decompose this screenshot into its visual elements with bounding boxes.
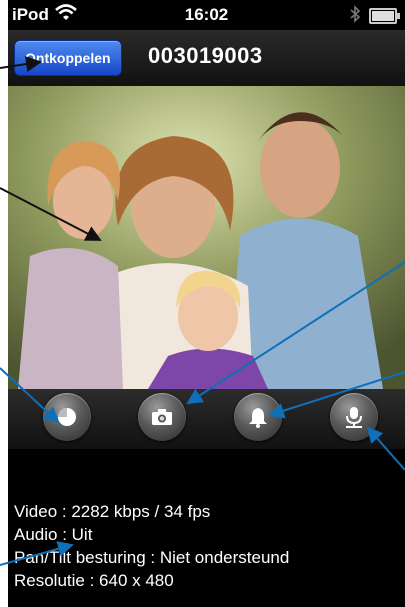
battery-icon xyxy=(369,8,400,24)
microphone-icon xyxy=(346,407,362,428)
resolution-info: Resolutie : 640 x 480 xyxy=(14,571,174,590)
record-icon xyxy=(58,408,76,426)
record-button[interactable] xyxy=(43,393,91,441)
phone-screen: iPod 16:02 Ontkoppelen 003019003 Video:… xyxy=(8,0,405,607)
video-info: Video : 2282 kbps / 34 fps xyxy=(14,502,211,521)
pantilt-info: Pan/Tilt besturing : Niet ondersteund xyxy=(14,548,290,567)
family-photo-image xyxy=(8,86,405,389)
snapshot-button[interactable] xyxy=(138,393,186,441)
bluetooth-icon xyxy=(349,5,361,28)
snapshot-camera-icon xyxy=(152,409,172,425)
disconnect-button[interactable]: Ontkoppelen xyxy=(14,40,122,76)
clock: 16:02 xyxy=(184,5,229,24)
alarm-button[interactable] xyxy=(234,393,282,441)
talk-button[interactable] xyxy=(330,393,378,441)
navigation-bar: Ontkoppelen 003019003 xyxy=(8,30,405,86)
camera-id-title: 003019003 xyxy=(148,43,263,68)
status-bar: iPod 16:02 xyxy=(8,0,405,30)
alarm-bell-icon xyxy=(249,408,267,428)
stream-info: Video : 2282 kbps / 34 fps Audio : Uit P… xyxy=(14,500,289,592)
video-stream[interactable] xyxy=(8,86,405,389)
control-bar xyxy=(8,389,405,449)
audio-info: Audio : Uit xyxy=(14,525,93,544)
